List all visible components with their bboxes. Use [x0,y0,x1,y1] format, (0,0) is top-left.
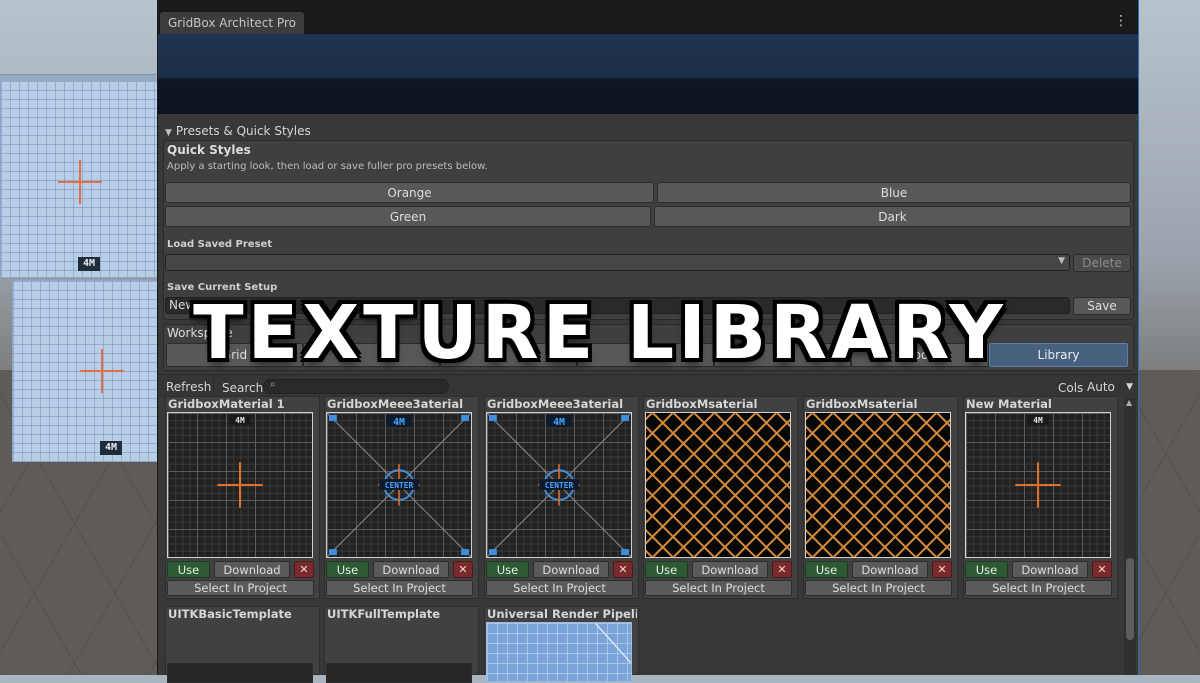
remove-button[interactable]: ✕ [453,561,473,578]
download-button[interactable]: Download [533,561,609,578]
crosshair-icon: 4M [217,414,263,508]
material-card[interactable]: New Material 4M Use Download ✕ Select In Pr… [963,396,1118,599]
remove-button[interactable]: ✕ [613,561,633,578]
material-card[interactable]: UITKBasicTemplate [165,606,320,683]
cols-arrow-icon: ▼ [1126,382,1133,392]
blue-grid-preview [594,623,631,664]
remove-button[interactable]: ✕ [772,561,792,578]
material-thumbnail[interactable] [805,412,951,558]
remove-button[interactable]: ✕ [294,561,314,578]
presets-foldout[interactable]: ▼ Presets & Quick Styles [165,124,311,138]
material-name: New Material [966,397,1052,411]
more-options-icon[interactable]: ⋮ [1114,13,1128,29]
toolbar-divider [213,377,214,395]
cols-dropdown[interactable]: Auto ▼ [1087,380,1133,394]
select-in-project-button[interactable]: Select In Project [645,580,792,596]
use-button[interactable]: Use [167,561,210,578]
delete-preset-button[interactable]: Delete [1073,254,1131,272]
material-thumbnail[interactable] [326,663,472,683]
use-button[interactable]: Use [965,561,1008,578]
cols-label: Cols [1058,381,1084,395]
material-name: UITKBasicTemplate [168,607,292,621]
material-thumbnail[interactable]: 4M [965,412,1111,558]
material-name: UITKFullTemplate [327,607,441,621]
download-button[interactable]: Download [692,561,768,578]
select-in-project-button[interactable]: Select In Project [326,580,473,596]
material-card[interactable]: GridboxMsaterial Use Download ✕ Select In Pr… [803,396,958,599]
material-name: GridboxMsaterial [806,397,918,411]
mesh-pattern [806,413,950,557]
svg-text:4M: 4M [393,417,405,428]
quick-styles-hint: Apply a starting look, then load or save… [167,161,488,172]
mesh-pattern [646,413,790,557]
material-thumbnail[interactable]: CENTER 4M [486,412,632,558]
cols-value: Auto [1087,380,1115,394]
style-dark-button[interactable]: Dark [654,206,1131,227]
material-name: GridboxMeee3aterial [327,397,464,411]
material-name: GridboxMeee3aterial [487,397,624,411]
style-orange-button[interactable]: Orange [165,182,654,203]
center-target-icon: CENTER 4M [327,413,471,557]
material-name: GridboxMaterial 1 [168,397,285,411]
search-label: Search [222,381,264,395]
download-button[interactable]: Download [373,561,449,578]
header-banner [158,34,1138,114]
select-in-project-button[interactable]: Select In Project [486,580,633,596]
material-card[interactable]: GridboxMsaterial Use Download ✕ Select In Pr… [643,396,798,599]
material-card[interactable]: GridboxMaterial 1 4M Use Download ✕ Select … [165,396,320,599]
library-scrollbar[interactable]: ▲ [1124,398,1136,675]
search-input[interactable]: ⌕ [263,379,449,394]
use-button[interactable]: Use [486,561,529,578]
material-thumbnail[interactable] [645,412,791,558]
style-blue-button[interactable]: Blue [657,182,1131,203]
svg-text:4M: 4M [1033,416,1043,425]
use-button[interactable]: Use [326,561,369,578]
download-button[interactable]: Download [214,561,290,578]
quick-styles-title: Quick Styles [167,143,251,157]
select-in-project-button[interactable]: Select In Project [805,580,952,596]
load-preset-dropdown[interactable]: ▼ [165,254,1070,271]
material-thumbnail[interactable] [167,663,313,683]
center-target-icon: CENTER 4M [487,413,631,557]
load-preset-label: Load Saved Preset [167,239,273,250]
library-toolbar: Refresh Search ⌕ Cols Auto ▼ [158,374,1138,397]
remove-button[interactable]: ✕ [1092,561,1112,578]
material-thumbnail[interactable] [486,622,632,682]
use-button[interactable]: Use [805,561,848,578]
window-tab[interactable]: GridBox Architect Pro [160,12,304,34]
crosshair-icon: 4M [1015,414,1061,508]
svg-text:4M: 4M [553,417,565,428]
download-button[interactable]: Download [1012,561,1088,578]
refresh-button[interactable]: Refresh [166,380,211,394]
material-thumbnail[interactable]: CENTER 4M [326,412,472,558]
foldout-triangle-icon: ▼ [165,128,172,138]
select-in-project-button[interactable]: Select In Project [965,580,1112,596]
use-button[interactable]: Use [645,561,688,578]
remove-button[interactable]: ✕ [932,561,952,578]
style-green-button[interactable]: Green [165,206,651,227]
download-button[interactable]: Download [852,561,928,578]
window-tabbar: GridBox Architect Pro ⋮ [158,10,1138,34]
svg-text:CENTER: CENTER [385,481,414,490]
material-card[interactable]: Universal Render Pipeline/L [484,606,639,682]
material-card[interactable]: GridboxMeee3aterial CENTER 4M Use Downloa… [324,396,479,599]
material-name: GridboxMsaterial [646,397,758,411]
svg-text:CENTER: CENTER [545,481,574,490]
material-card[interactable]: UITKFullTemplate [324,606,479,683]
window-titlebar [158,0,1138,10]
material-name: Universal Render Pipeline/L [487,607,637,621]
overlay-title: TEXTURE LIBRARY [193,290,1007,376]
search-icon: ⌕ [270,379,276,390]
scroll-up-icon[interactable]: ▲ [1126,398,1132,407]
material-card[interactable]: GridboxMeee3aterial CENTER 4M Use Downloa… [484,396,639,599]
svg-text:4M: 4M [235,416,245,425]
scroll-thumb[interactable] [1126,558,1134,640]
presets-foldout-label: Presets & Quick Styles [175,124,311,138]
dropdown-arrow-icon: ▼ [1058,256,1065,266]
select-in-project-button[interactable]: Select In Project [167,580,314,596]
material-thumbnail[interactable]: 4M [167,412,313,558]
